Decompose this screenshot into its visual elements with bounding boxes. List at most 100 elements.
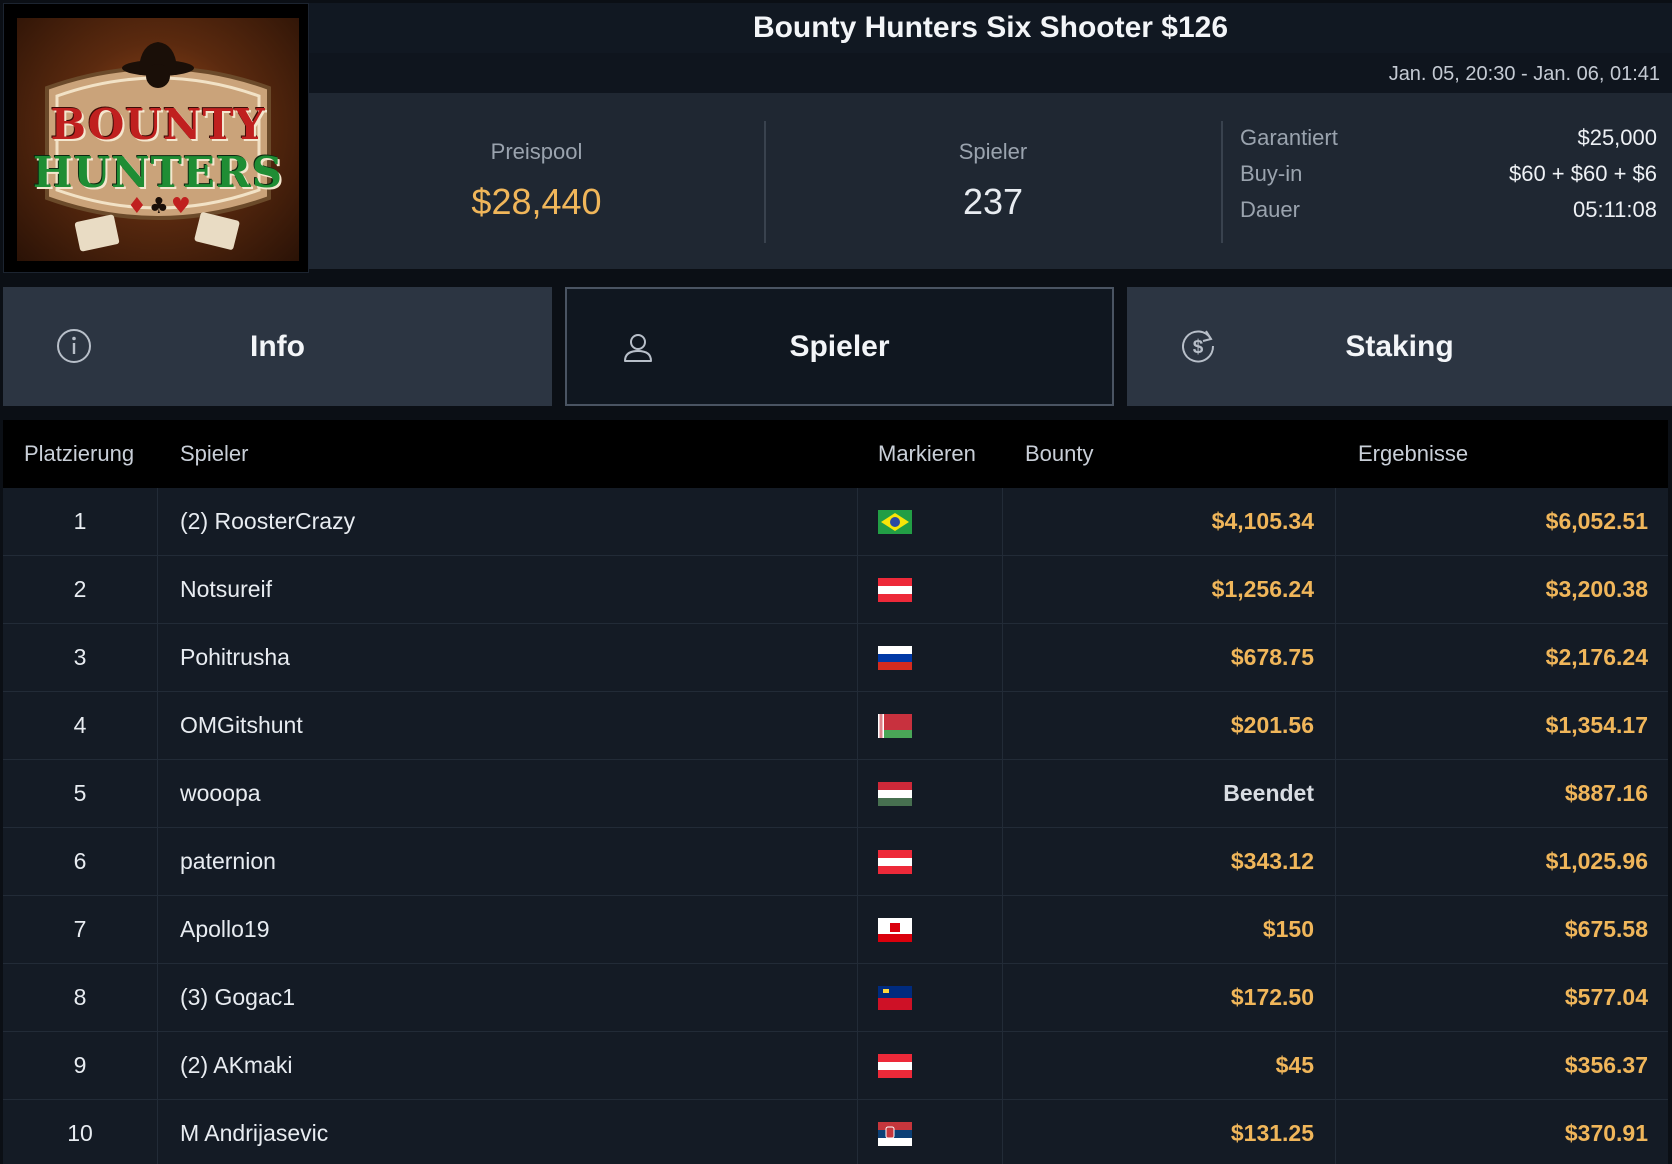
bounty-hunters-logo-image: ♦ ♣ ♥ BOUNTY HUNTERS bbox=[17, 18, 299, 261]
row-flag bbox=[858, 692, 1003, 759]
row-result: $675.58 bbox=[1564, 916, 1648, 942]
table-row[interactable]: 8 (3) Gogac1 $172.50 $577.04 bbox=[3, 964, 1668, 1032]
row-flag bbox=[858, 964, 1003, 1031]
svg-text:♣: ♣ bbox=[149, 194, 169, 219]
serbia-flag-icon bbox=[878, 1121, 912, 1146]
row-player-name[interactable]: (2) AKmaki bbox=[158, 1032, 858, 1099]
table-row[interactable]: 9 (2) AKmaki $45 $356.37 bbox=[3, 1032, 1668, 1100]
row-bounty: $150 bbox=[1003, 896, 1336, 963]
players-stat: Spieler 237 bbox=[765, 93, 1221, 269]
row-result: $6,052.51 bbox=[1545, 508, 1648, 534]
austria-flag-icon bbox=[878, 577, 912, 602]
table-row[interactable]: 5 wooopa Beendet $887.16 bbox=[3, 760, 1668, 828]
info-icon bbox=[57, 329, 91, 363]
table-header: Platzierung Spieler Markieren Bounty Erg… bbox=[3, 420, 1668, 488]
tournament-dates: Jan. 05, 20:30 - Jan. 06, 01:41 bbox=[309, 53, 1672, 93]
row-player-name[interactable]: (3) Gogac1 bbox=[158, 964, 858, 1031]
belarus-flag-icon bbox=[878, 713, 912, 738]
header-place[interactable]: Platzierung bbox=[3, 441, 158, 467]
hungary-flag-icon bbox=[878, 781, 912, 806]
players-label: Spieler bbox=[958, 139, 1028, 164]
row-bounty: $201.56 bbox=[1003, 692, 1336, 759]
row-flag bbox=[858, 1032, 1003, 1099]
row-player-name[interactable]: wooopa bbox=[158, 760, 858, 827]
header-flag[interactable]: Markieren bbox=[858, 441, 1003, 467]
players-table: Platzierung Spieler Markieren Bounty Erg… bbox=[3, 420, 1668, 1164]
detail-key: Garantiert bbox=[1240, 125, 1338, 150]
row-place: 9 bbox=[3, 1032, 158, 1099]
tournament-title: Bounty Hunters Six Shooter $126 bbox=[309, 3, 1672, 53]
row-player-name[interactable]: Apollo19 bbox=[158, 896, 858, 963]
table-row[interactable]: 10 M Andrijasevic $131.25 $370.91 bbox=[3, 1100, 1668, 1164]
row-result: $577.04 bbox=[1564, 984, 1648, 1010]
detail-duration: Dauer 05:11:08 bbox=[1240, 197, 1657, 233]
tab-staking[interactable]: $ Staking bbox=[1127, 287, 1672, 406]
russia-flag-icon bbox=[878, 645, 912, 670]
tab-info[interactable]: Info bbox=[3, 287, 552, 406]
detail-key: Buy-in bbox=[1240, 161, 1303, 186]
tournament-details: Garantiert $25,000 Buy-in $60 + $60 + $6… bbox=[1240, 125, 1657, 233]
table-row[interactable]: 6 paternion $343.12 $1,025.96 bbox=[3, 828, 1668, 896]
row-result: $2,176.24 bbox=[1545, 644, 1648, 670]
row-place: 2 bbox=[3, 556, 158, 623]
row-flag bbox=[858, 828, 1003, 895]
row-result: $3,200.38 bbox=[1545, 576, 1648, 602]
detail-value: 05:11:08 bbox=[1572, 197, 1657, 222]
row-bounty: $343.12 bbox=[1003, 828, 1336, 895]
header-bounty[interactable]: Bounty bbox=[1003, 441, 1336, 467]
table-body: 1 (2) RoosterCrazy $4,105.34 $6,052.51 2 Nots… bbox=[3, 488, 1668, 1164]
row-player-name[interactable]: paternion bbox=[158, 828, 858, 895]
austria-flag-icon bbox=[878, 1053, 912, 1078]
row-result: $887.16 bbox=[1564, 780, 1648, 806]
row-place: 8 bbox=[3, 964, 158, 1031]
prizepool-value: $28,440 bbox=[471, 181, 602, 222]
row-place: 6 bbox=[3, 828, 158, 895]
row-bounty: Beendet bbox=[1003, 760, 1336, 827]
row-player-name[interactable]: (2) RoosterCrazy bbox=[158, 488, 858, 555]
table-row[interactable]: 1 (2) RoosterCrazy $4,105.34 $6,052.51 bbox=[3, 488, 1668, 556]
row-player-name[interactable]: Notsureif bbox=[158, 556, 858, 623]
row-bounty: $1,256.24 bbox=[1003, 556, 1336, 623]
row-player-name[interactable]: OMGitshunt bbox=[158, 692, 858, 759]
header-player[interactable]: Spieler bbox=[158, 441, 858, 467]
row-bounty: $4,105.34 bbox=[1003, 488, 1336, 555]
brazil-flag-icon bbox=[878, 509, 912, 534]
austria-flag-icon bbox=[878, 849, 912, 874]
row-place: 4 bbox=[3, 692, 158, 759]
row-player-name[interactable]: M Andrijasevic bbox=[158, 1100, 858, 1164]
prizepool-stat: Preispool $28,440 bbox=[309, 93, 764, 269]
table-row[interactable]: 4 OMGitshunt $201.56 $1,354.17 bbox=[3, 692, 1668, 760]
row-flag bbox=[858, 624, 1003, 691]
detail-value: $60 + $60 + $6 bbox=[1508, 161, 1657, 186]
row-flag bbox=[858, 488, 1003, 555]
detail-buyin: Buy-in $60 + $60 + $6 bbox=[1240, 161, 1657, 197]
liechtenstein-flag-icon bbox=[878, 985, 912, 1010]
tournament-page: ♦ ♣ ♥ BOUNTY HUNTERS Bounty Hunters Six … bbox=[0, 0, 1672, 1164]
table-row[interactable]: 7 Apollo19 $150 $675.58 bbox=[3, 896, 1668, 964]
row-bounty: $45 bbox=[1003, 1032, 1336, 1099]
row-place: 5 bbox=[3, 760, 158, 827]
table-row[interactable]: 3 Pohitrusha $678.75 $2,176.24 bbox=[3, 624, 1668, 692]
row-bounty: $678.75 bbox=[1003, 624, 1336, 691]
row-place: 10 bbox=[3, 1100, 158, 1164]
logo-text-hunters: HUNTERS bbox=[32, 148, 284, 197]
gibraltar-flag-icon bbox=[878, 917, 912, 942]
tournament-logo: ♦ ♣ ♥ BOUNTY HUNTERS bbox=[3, 3, 309, 273]
logo-text-bounty: BOUNTY bbox=[50, 100, 266, 149]
divider bbox=[1221, 121, 1223, 243]
row-flag bbox=[858, 896, 1003, 963]
row-result: $356.37 bbox=[1564, 1052, 1648, 1078]
prizepool-label: Preispool bbox=[490, 139, 583, 164]
svg-text:$: $ bbox=[1193, 337, 1204, 358]
svg-text:♥: ♥ bbox=[171, 194, 191, 219]
dollar-refresh-icon: $ bbox=[1182, 330, 1215, 363]
table-row[interactable]: 2 Notsureif $1,256.24 $3,200.38 bbox=[3, 556, 1668, 624]
row-bounty: $172.50 bbox=[1003, 964, 1336, 1031]
row-result: $1,025.96 bbox=[1545, 848, 1648, 874]
row-flag bbox=[858, 1100, 1003, 1164]
tab-players[interactable]: Spieler bbox=[565, 287, 1114, 406]
header-results[interactable]: Ergebnisse bbox=[1336, 441, 1668, 467]
detail-guaranteed: Garantiert $25,000 bbox=[1240, 125, 1657, 161]
row-flag bbox=[858, 556, 1003, 623]
row-player-name[interactable]: Pohitrusha bbox=[158, 624, 858, 691]
